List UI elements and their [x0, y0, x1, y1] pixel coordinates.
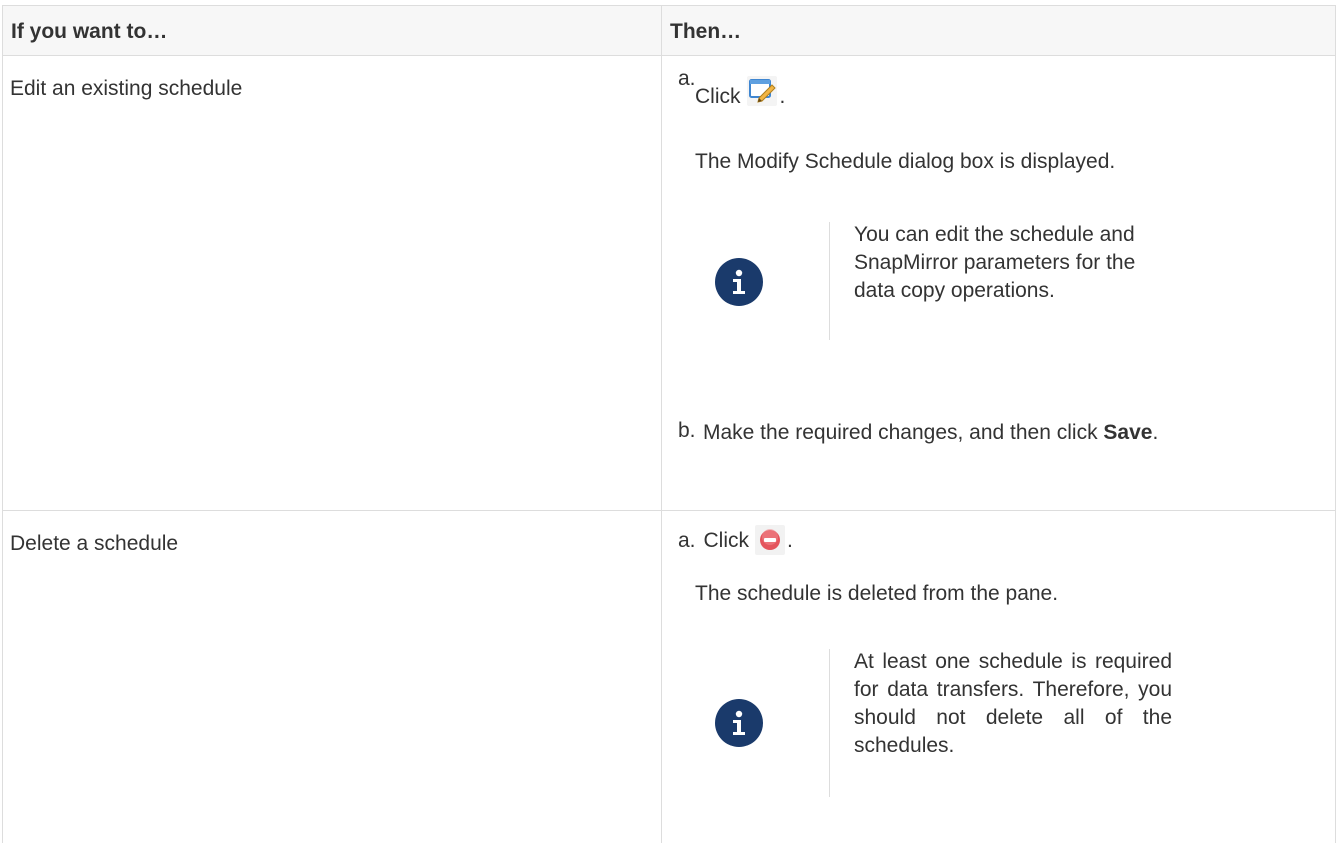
step-b-instruction: Make the required changes, and then clic…	[703, 421, 1098, 444]
step-a-click-label: Click	[695, 84, 741, 108]
step-a-marker: a.	[678, 67, 696, 90]
note-text-edit: You can edit the schedule and SnapMirror…	[854, 223, 1136, 302]
step-b-marker: b.	[678, 419, 696, 442]
table-row-edit: Edit an existing schedule a. Click . The…	[2, 55, 1336, 511]
delete-minus-icon[interactable]	[755, 525, 786, 555]
note-edit: You can edit the schedule and SnapMirror…	[715, 222, 1315, 340]
step-b-text: Make the required changes, and then clic…	[703, 418, 1303, 448]
step-a-period-delete: .	[787, 528, 793, 552]
save-label: Save	[1103, 421, 1153, 444]
result-deleted: The schedule is deleted from the pane.	[695, 582, 1059, 605]
step-a-delete: a. Click .	[678, 525, 793, 555]
header-if-you-want-to: If you want to…	[2, 5, 662, 56]
step-a-period: .	[779, 84, 786, 108]
header-then: Then…	[661, 5, 1336, 56]
note-divider	[829, 649, 830, 797]
action-delete-schedule: Delete a schedule	[2, 510, 662, 843]
then-cell-delete: a. Click . The schedule is deleted from …	[661, 510, 1336, 843]
info-icon	[715, 699, 763, 747]
step-a-click-label-delete: Click	[703, 528, 750, 552]
step-a-edit: Click .	[695, 76, 786, 108]
result-modify-dialog: The Modify Schedule dialog box is displa…	[695, 150, 1116, 173]
step-a-marker-delete: a.	[678, 528, 696, 552]
table-row-delete: Delete a schedule a. Click . The schedul…	[2, 510, 1336, 843]
step-b-period: .	[1152, 421, 1159, 444]
info-icon	[715, 258, 763, 306]
table-header-row: If you want to… Then…	[2, 5, 1336, 56]
note-divider	[829, 222, 830, 340]
edit-pencil-icon[interactable]	[746, 76, 777, 106]
then-cell-edit: a. Click . The Modify Schedule dialog bo…	[661, 55, 1336, 511]
action-edit-schedule: Edit an existing schedule	[2, 55, 662, 511]
note-delete: At least one schedule is required for da…	[715, 649, 1315, 797]
note-text-delete: At least one schedule is required for da…	[854, 650, 1172, 757]
schedule-actions-table: If you want to… Then… Edit an existing s…	[2, 5, 1336, 843]
